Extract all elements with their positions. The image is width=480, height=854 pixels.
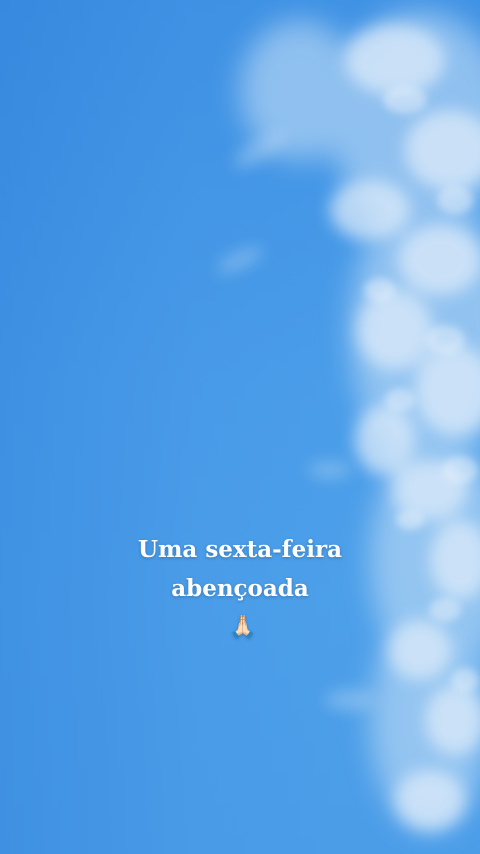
cloud-layer bbox=[217, 10, 480, 830]
caption-line-2-wrapper: abençoada 🙏🏻 bbox=[0, 569, 480, 647]
caption-line-1: Uma sexta-feira bbox=[138, 536, 342, 563]
caption-line-2: abençoada bbox=[171, 575, 309, 602]
story-background: Uma sexta-feira abençoada 🙏🏻 bbox=[0, 0, 480, 854]
story-caption: Uma sexta-feira abençoada 🙏🏻 bbox=[0, 530, 480, 647]
praying-hands-icon: 🙏🏻 bbox=[229, 615, 257, 640]
